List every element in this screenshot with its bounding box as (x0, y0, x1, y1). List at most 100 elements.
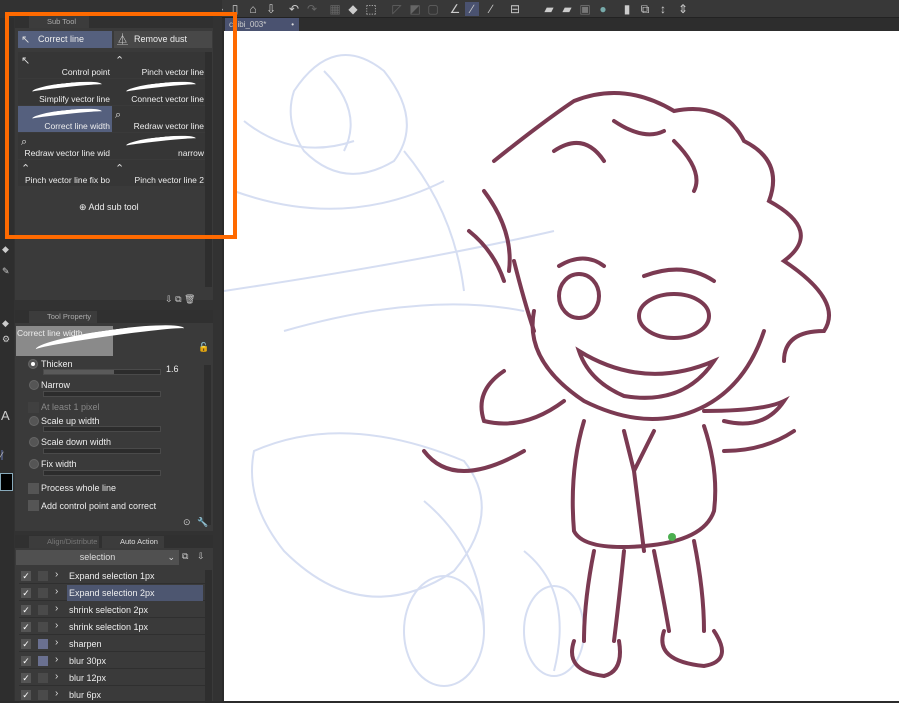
snap-line-icon[interactable]: ∕ (465, 2, 479, 16)
tool-property-tab[interactable]: Tool Property (29, 311, 97, 323)
undo-icon[interactable]: ↶ (287, 2, 301, 16)
thicken-radio[interactable] (28, 359, 38, 369)
dialog-toggle[interactable] (38, 605, 48, 615)
narrow-slider[interactable] (43, 391, 161, 397)
enable-checkbox[interactable]: ✓ (21, 588, 31, 598)
trash-icon[interactable]: 🗑 (184, 294, 195, 304)
enable-checkbox[interactable]: ✓ (21, 656, 31, 666)
action-row[interactable]: ✓ › sharpen (19, 636, 205, 652)
dialog-toggle[interactable] (38, 673, 48, 683)
drawing-canvas[interactable] (224, 31, 899, 701)
enable-checkbox[interactable]: ✓ (21, 690, 31, 700)
copy-icon[interactable]: ⧉ (638, 2, 652, 16)
fix-width-slider[interactable] (43, 470, 161, 476)
folder2-icon[interactable]: ▰ (560, 2, 574, 16)
add-control-checkbox[interactable] (28, 500, 39, 511)
eraser-tool-icon[interactable]: ◆ (2, 318, 9, 329)
save-icon[interactable]: ⇩ (264, 2, 278, 16)
lineart-layer (422, 91, 831, 679)
close-tab-icon[interactable]: • (291, 18, 294, 31)
action-row[interactable]: ✓ › blur 12px (19, 670, 205, 686)
action-row[interactable]: ✓ › shrink selection 1px (19, 619, 205, 635)
clear-icon[interactable]: ▦ (328, 2, 342, 16)
import-icon[interactable]: ⇩ (165, 294, 173, 304)
tab-auto-action[interactable]: Auto Action (102, 536, 164, 548)
at-least-checkbox[interactable] (28, 402, 39, 413)
scale-up-slider[interactable] (43, 426, 161, 432)
scale-down-slider[interactable] (43, 448, 161, 454)
crop-icon[interactable]: ◸ (390, 2, 404, 16)
action-label: shrink selection 1px (69, 622, 149, 632)
enable-checkbox[interactable]: ✓ (21, 571, 31, 581)
sketch-layer (224, 54, 585, 687)
chevron-down-icon: ⌄ (167, 552, 175, 562)
expand-chevron-icon[interactable]: › (55, 569, 58, 580)
layer-icon[interactable]: ⊟ (508, 2, 522, 16)
invert-icon[interactable]: ◩ (408, 2, 422, 16)
folder-icon[interactable]: ▰ (542, 2, 556, 16)
scale-up-radio[interactable] (29, 416, 39, 426)
scrollbar[interactable] (205, 570, 212, 701)
open-folder-icon[interactable]: ⌂ (246, 2, 260, 16)
action-set-menu-icon[interactable]: ⧉ (182, 551, 188, 562)
scale-down-radio[interactable] (29, 437, 39, 447)
material-icon[interactable]: ▣ (578, 2, 592, 16)
expand-chevron-icon[interactable]: › (55, 620, 58, 631)
tool-property-panel: Tool Property Correct line width 🔓 Thick… (15, 310, 213, 531)
color-icon[interactable]: ● (596, 2, 610, 16)
action-row[interactable]: ✓ › shrink selection 2px (19, 602, 205, 618)
import-icon[interactable]: ⇩ (197, 551, 205, 562)
transform-icon[interactable]: ⬚ (364, 2, 378, 16)
device-icon[interactable]: ▮ (620, 2, 634, 16)
expand-chevron-icon[interactable]: › (55, 637, 58, 648)
process-whole-checkbox[interactable] (28, 483, 39, 494)
action-set-select[interactable]: selection ⌄ (16, 550, 179, 565)
thicken-value[interactable]: 1.6 (166, 364, 179, 374)
ruler-icon[interactable]: ∠ (448, 2, 462, 16)
lock-icon[interactable]: 🔓 (198, 342, 209, 353)
fill-tool-icon[interactable]: ◆ (2, 244, 9, 255)
action-label: sharpen (69, 639, 102, 649)
reset-icon[interactable]: ⊙ (183, 517, 191, 528)
gear-icon[interactable]: ⚙ (2, 334, 10, 345)
redo-icon[interactable]: ↷ (305, 2, 319, 16)
action-row[interactable]: ✓ › blur 30px (19, 653, 205, 669)
narrow-radio[interactable] (29, 380, 39, 390)
main-color-swatch[interactable] (0, 473, 13, 491)
enable-checkbox[interactable]: ✓ (21, 639, 31, 649)
flip-h-icon[interactable]: ⇕ (676, 2, 690, 16)
scrollbar[interactable] (204, 365, 211, 525)
dialog-toggle[interactable] (38, 588, 48, 598)
tab-align-distribute[interactable]: Align/Distribute (29, 536, 99, 548)
pen-tool-icon[interactable]: ✎ (2, 266, 10, 277)
correct-line-tool-icon[interactable]: ∕ (1, 450, 3, 460)
enable-checkbox[interactable]: ✓ (21, 673, 31, 683)
enable-checkbox[interactable]: ✓ (21, 622, 31, 632)
dialog-toggle[interactable] (38, 656, 48, 666)
artwork (224, 54, 831, 687)
action-row[interactable]: ✓ › Expand selection 2px (19, 585, 205, 601)
expand-chevron-icon[interactable]: › (55, 688, 58, 699)
dialog-toggle[interactable] (38, 622, 48, 632)
dialog-toggle[interactable] (38, 571, 48, 581)
flip-v-icon[interactable]: ↕ (656, 2, 670, 16)
action-row[interactable]: ✓ › Expand selection 1px (19, 568, 205, 584)
selection-icon[interactable]: ▢ (426, 2, 440, 16)
fill-icon[interactable]: ◆ (346, 2, 360, 16)
thicken-slider[interactable] (43, 369, 161, 375)
action-label: blur 30px (69, 656, 107, 666)
cursor-marker (668, 533, 676, 541)
snap-ruler-icon[interactable]: ∕ (484, 2, 498, 16)
dialog-toggle[interactable] (38, 690, 48, 700)
text-tool-icon[interactable]: A (1, 408, 10, 423)
enable-checkbox[interactable]: ✓ (21, 605, 31, 615)
wrench-icon[interactable]: 🔧 (197, 517, 208, 528)
expand-chevron-icon[interactable]: › (55, 586, 58, 597)
fix-width-radio[interactable] (29, 459, 39, 469)
expand-chevron-icon[interactable]: › (55, 654, 58, 665)
duplicate-icon[interactable]: ⧉ (175, 294, 181, 304)
expand-chevron-icon[interactable]: › (55, 603, 58, 614)
dialog-toggle[interactable] (38, 639, 48, 649)
expand-chevron-icon[interactable]: › (55, 671, 58, 682)
preview-name: Correct line width (17, 328, 83, 338)
